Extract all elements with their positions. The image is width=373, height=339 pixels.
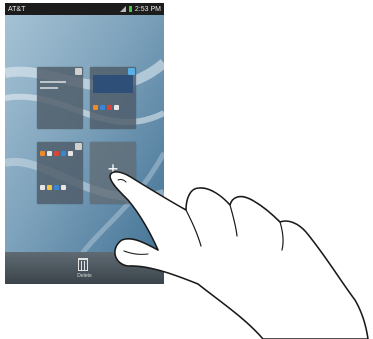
app-icon <box>93 105 98 110</box>
battery-icon <box>128 6 132 12</box>
bottom-bar: Delete <box>5 252 164 284</box>
status-bar: AT&T 2:53 PM <box>5 3 164 15</box>
app-icon <box>47 185 52 190</box>
trash-icon[interactable] <box>78 258 88 271</box>
app-icon <box>68 151 73 156</box>
app-row <box>40 151 73 156</box>
home-icon[interactable] <box>75 68 82 75</box>
app-row <box>40 185 66 190</box>
home-panel-2[interactable] <box>90 67 136 129</box>
clock-widget <box>93 75 133 93</box>
delete-label[interactable]: Delete <box>5 273 164 279</box>
app-icon <box>47 151 52 156</box>
app-icon <box>40 185 45 190</box>
carrier-label: AT&T <box>8 5 26 13</box>
app-icon <box>61 151 66 156</box>
app-icon <box>54 151 59 156</box>
app-icon <box>100 105 105 110</box>
app-icon <box>61 185 66 190</box>
home-panel-1[interactable] <box>37 67 83 129</box>
home-icon[interactable] <box>128 68 135 75</box>
plus-icon[interactable]: + <box>90 160 136 178</box>
app-icon <box>114 105 119 110</box>
app-row <box>93 105 119 110</box>
home-icon[interactable] <box>75 143 82 150</box>
app-icon <box>54 185 59 190</box>
widget-placeholder <box>40 81 66 83</box>
phone-screen: AT&T 2:53 PM + Delete <box>5 3 164 284</box>
home-panel-3[interactable] <box>37 142 83 204</box>
widget-placeholder <box>40 87 58 89</box>
clock-label: 2:53 PM <box>134 5 161 13</box>
wallpaper <box>5 3 164 284</box>
signal-icon <box>119 6 126 12</box>
add-panel-button[interactable]: + <box>90 142 136 204</box>
app-icon <box>40 151 45 156</box>
app-icon <box>107 105 112 110</box>
